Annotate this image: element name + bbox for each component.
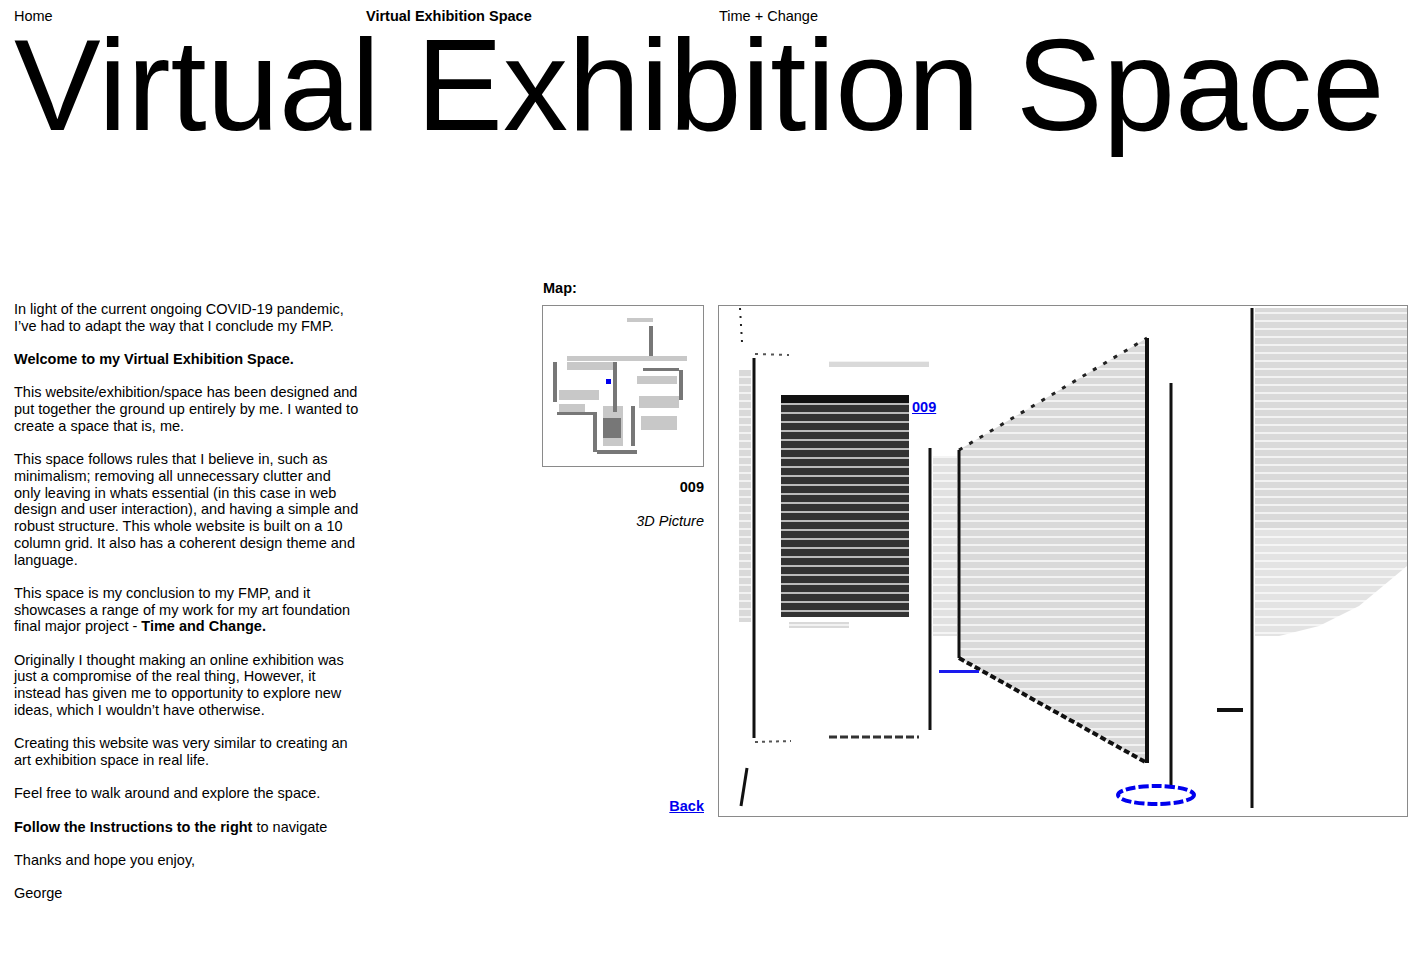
- intro-paragraph: This space is my conclusion to my FMP, a…: [14, 585, 359, 635]
- intro-paragraph: George: [14, 885, 359, 902]
- exhibition-view[interactable]: 009: [718, 305, 1408, 817]
- text-run: Originally I thought making an online ex…: [14, 652, 344, 718]
- text-run: This website/exhibition/space has been d…: [14, 384, 358, 433]
- room-render-icon: [719, 306, 1407, 816]
- intro-paragraph: Thanks and hope you enjoy,: [14, 852, 359, 869]
- text-run: In light of the current ongoing COVID-19…: [14, 301, 344, 334]
- intro-paragraph: In light of the current ongoing COVID-19…: [14, 301, 359, 334]
- text-run: Follow the Instructions to the right: [14, 819, 252, 835]
- page-title: Virtual Exhibition Space: [14, 20, 1417, 150]
- text-run: Welcome to my Virtual Exhibition Space.: [14, 351, 294, 367]
- intro-paragraph: This website/exhibition/space has been d…: [14, 384, 359, 434]
- exhibit-link[interactable]: 009: [912, 399, 936, 416]
- floor-plan-icon: [543, 306, 703, 466]
- intro-paragraph: Creating this website was very similar t…: [14, 735, 359, 768]
- text-run: to navigate: [252, 819, 327, 835]
- text-run: George: [14, 885, 62, 901]
- intro-paragraph: This space follows rules that I believe …: [14, 451, 359, 568]
- minimap: [542, 305, 704, 467]
- back-link[interactable]: Back: [669, 797, 704, 817]
- intro-paragraph: Follow the Instructions to the right to …: [14, 819, 359, 836]
- text-run: Time and Change.: [141, 618, 266, 634]
- text-run: Feel free to walk around and explore the…: [14, 785, 320, 801]
- intro-column: In light of the current ongoing COVID-19…: [14, 278, 542, 919]
- exhibit-number: 009: [680, 479, 704, 496]
- intro-paragraph: Feel free to walk around and explore the…: [14, 785, 359, 802]
- text-run: Thanks and hope you enjoy,: [14, 852, 195, 868]
- visitor-position-icon: [606, 379, 611, 384]
- intro-paragraph: Welcome to my Virtual Exhibition Space.: [14, 351, 359, 368]
- exhibit-caption: 3D Picture: [636, 513, 704, 530]
- text-run: Creating this website was very similar t…: [14, 735, 348, 768]
- map-label: Map:: [543, 278, 1408, 298]
- text-run: This space follows rules that I believe …: [14, 451, 358, 567]
- intro-paragraph: Originally I thought making an online ex…: [14, 652, 359, 719]
